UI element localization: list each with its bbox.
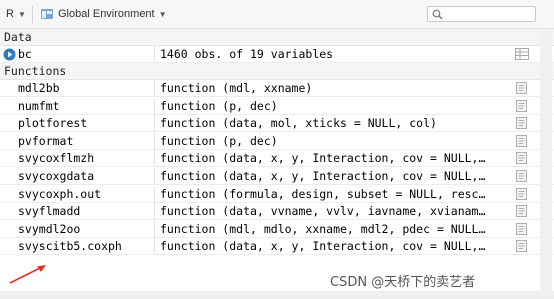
object-name: plotforest [18, 116, 88, 131]
object-value: function (data, x, y, Interaction, cov =… [160, 169, 486, 183]
object-name: svycoxgdata [18, 169, 95, 183]
view-code-icon[interactable] [515, 240, 529, 253]
function-row[interactable]: svycoxgdata function (data, x, y, Interac… [0, 168, 554, 185]
object-name: svycoxph.out [18, 186, 102, 201]
function-row[interactable]: plotforest function (data, mol, xticks = … [0, 115, 554, 133]
data-row[interactable]: bc 1460 obs. of 19 variables [0, 46, 554, 63]
function-row[interactable]: mdl2bb function (mdl, xxname) [0, 80, 554, 97]
object-value: function (data, x, y, Interaction, cov =… [160, 151, 486, 166]
object-value: 1460 obs. of 19 variables [160, 47, 334, 61]
pane-footer [0, 291, 554, 299]
environment-dropdown[interactable]: Global Environment ▼ [40, 7, 167, 21]
view-code-icon[interactable] [515, 205, 529, 218]
column-divider [154, 46, 155, 62]
view-code-icon[interactable] [515, 187, 529, 200]
function-row[interactable]: svyscitb5.coxph function (data, x, y, Int… [0, 238, 554, 256]
search-icon [432, 9, 443, 20]
object-value: function (data, mol, xticks = NULL, col) [160, 116, 437, 131]
column-divider [154, 97, 155, 114]
environment-icon [40, 7, 54, 21]
object-name: bc [18, 47, 32, 61]
column-divider [154, 238, 155, 255]
environment-toolbar: R ▼ Global Environment ▼ [0, 0, 554, 29]
view-code-icon[interactable] [515, 117, 529, 130]
column-divider [154, 203, 155, 220]
search-input[interactable] [427, 6, 536, 22]
column-divider [154, 132, 155, 149]
object-value: function (p, dec) [160, 133, 278, 148]
column-divider [154, 220, 155, 237]
table-view-icon[interactable] [515, 48, 529, 60]
toolbar-divider [32, 6, 33, 23]
environment-label: Global Environment [58, 8, 155, 20]
annotation-arrow-icon [9, 265, 46, 284]
column-divider [154, 185, 155, 202]
function-row[interactable]: svyflmadd function (data, vvname, vvlv, i… [0, 203, 554, 221]
object-name: mdl2bb [18, 81, 60, 95]
function-row[interactable]: svycoxflmzh function (data, x, y, Interac… [0, 150, 554, 168]
column-divider [154, 80, 155, 96]
view-code-icon[interactable] [515, 99, 529, 112]
language-label: R [6, 8, 14, 20]
vertical-scrollbar[interactable] [540, 30, 552, 292]
section-header-functions: Functions [0, 63, 554, 80]
column-divider [154, 115, 155, 132]
chevron-down-icon: ▼ [158, 9, 167, 19]
watermark: CSDN @天桥下的卖艺者 [330, 275, 476, 290]
function-row[interactable]: svycoxph.out function (formula, design, s… [0, 185, 554, 203]
object-name: svyflmadd [18, 204, 81, 219]
object-value: function (formula, design, subset = NULL… [160, 186, 486, 201]
function-row[interactable]: pvformat function (p, dec) [0, 132, 554, 150]
object-name: svyscitb5.coxph [18, 239, 122, 254]
object-value: function (mdl, xxname) [160, 81, 313, 95]
column-divider [154, 150, 155, 167]
object-name: svycoxflmzh [18, 151, 95, 166]
object-name: svymdl2oo [18, 221, 81, 236]
function-row[interactable]: numfmt function (p, dec) [0, 97, 554, 115]
function-row[interactable]: svymdl2oo function (mdl, mdlo, xxname, md… [0, 220, 554, 238]
view-code-icon[interactable] [515, 134, 529, 147]
view-code-icon[interactable] [515, 222, 529, 235]
object-value: function (data, x, y, Interaction, cov =… [160, 239, 486, 254]
object-value: function (p, dec) [160, 98, 278, 113]
object-value: function (data, vvname, vvlv, iavname, x… [160, 204, 486, 219]
column-divider [154, 168, 155, 184]
object-name: pvformat [18, 133, 74, 148]
view-code-icon[interactable] [515, 152, 529, 165]
chevron-down-icon: ▼ [17, 9, 26, 19]
section-header-data: Data [0, 29, 554, 46]
view-code-icon[interactable] [515, 82, 529, 94]
object-value: function (mdl, mdlo, xxname, mdl2, pdec … [160, 221, 486, 236]
expand-icon[interactable] [3, 48, 16, 61]
object-name: numfmt [18, 98, 60, 113]
language-dropdown[interactable]: R ▼ [6, 8, 26, 20]
view-code-icon[interactable] [515, 170, 529, 182]
